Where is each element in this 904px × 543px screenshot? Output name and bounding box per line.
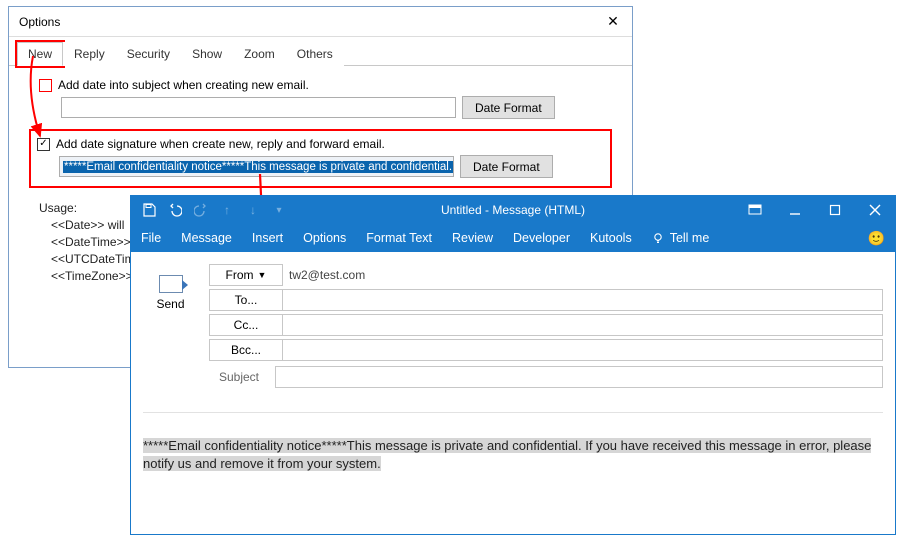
redo-icon[interactable] xyxy=(193,202,209,218)
tab-show[interactable]: Show xyxy=(181,42,233,66)
to-input[interactable] xyxy=(283,289,883,311)
date-format-button-1[interactable]: Date Format xyxy=(462,96,555,119)
ribbon-tab-format-text[interactable]: Format Text xyxy=(366,231,432,245)
options-titlebar: Options ✕ xyxy=(9,7,632,37)
date-subject-input[interactable] xyxy=(61,97,456,118)
options-title: Options xyxy=(19,15,60,29)
close-icon[interactable] xyxy=(855,196,895,224)
ribbon-tab-insert[interactable]: Insert xyxy=(252,231,283,245)
signature-input[interactable]: *****Email confidentiality notice*****Th… xyxy=(59,156,454,177)
tell-me[interactable]: Tell me xyxy=(652,231,710,245)
cc-input[interactable] xyxy=(283,314,883,336)
signature-field-row: *****Email confidentiality notice*****Th… xyxy=(59,155,604,178)
add-date-subject-row: Add date into subject when creating new … xyxy=(39,78,618,92)
tab-reply[interactable]: Reply xyxy=(63,42,116,66)
tab-new[interactable]: New xyxy=(17,42,63,66)
message-window: ↑ ↓ ▾ Untitled - Message (HTML) File Mes… xyxy=(130,195,896,535)
to-row: To... xyxy=(209,289,883,311)
close-icon[interactable]: ✕ xyxy=(602,13,624,30)
message-titlebar: ↑ ↓ ▾ Untitled - Message (HTML) xyxy=(131,196,895,224)
chevron-down-icon: ▼ xyxy=(258,270,267,280)
add-date-subject-label: Add date into subject when creating new … xyxy=(58,78,309,92)
tab-security[interactable]: Security xyxy=(116,42,181,66)
tell-me-label: Tell me xyxy=(670,231,710,245)
tab-others[interactable]: Others xyxy=(286,42,344,66)
send-button[interactable]: Send xyxy=(143,264,199,322)
maximize-icon[interactable] xyxy=(815,196,855,224)
mail-body-text: *****Email confidentiality notice*****Th… xyxy=(143,438,871,471)
minimize-icon[interactable] xyxy=(775,196,815,224)
send-icon xyxy=(159,275,183,293)
smile-icon[interactable]: 🙂 xyxy=(868,230,885,247)
ribbon-tab-message[interactable]: Message xyxy=(181,231,232,245)
save-icon[interactable] xyxy=(141,202,157,218)
signature-input-text: *****Email confidentiality notice*****Th… xyxy=(63,161,454,173)
options-tabstrip: New Reply Security Show Zoom Others xyxy=(9,37,632,66)
add-signature-label: Add date signature when create new, repl… xyxy=(56,137,385,151)
bcc-row: Bcc... xyxy=(209,339,883,361)
qat-more-icon[interactable]: ▾ xyxy=(271,202,287,218)
undo-icon[interactable] xyxy=(167,202,183,218)
subject-label: Subject xyxy=(209,370,265,384)
checkbox-add-date-subject[interactable] xyxy=(39,79,52,92)
ribbon-display-icon[interactable] xyxy=(735,196,775,224)
mail-body[interactable]: *****Email confidentiality notice*****Th… xyxy=(143,412,883,534)
from-row: From▼ tw2@test.com xyxy=(209,264,883,286)
address-grid: From▼ tw2@test.com To... Cc... Bcc... Su… xyxy=(209,264,883,388)
from-button[interactable]: From▼ xyxy=(209,264,283,286)
tab-zoom[interactable]: Zoom xyxy=(233,42,286,66)
cc-button[interactable]: Cc... xyxy=(209,314,283,336)
date-subject-field-row: Date Format xyxy=(61,96,618,119)
quick-access-toolbar: ↑ ↓ ▾ xyxy=(131,202,287,218)
bcc-input[interactable] xyxy=(283,339,883,361)
to-button[interactable]: To... xyxy=(209,289,283,311)
from-value: tw2@test.com xyxy=(283,264,883,286)
checkbox-add-signature[interactable]: ✓ xyxy=(37,138,50,151)
signature-frame: ✓ Add date signature when create new, re… xyxy=(29,129,612,188)
subject-row: Subject xyxy=(209,366,883,388)
ribbon-tab-developer[interactable]: Developer xyxy=(513,231,570,245)
ribbon-tab-options[interactable]: Options xyxy=(303,231,346,245)
add-signature-row: ✓ Add date signature when create new, re… xyxy=(37,137,604,151)
window-controls xyxy=(735,196,895,224)
message-body-area: Send From▼ tw2@test.com To... Cc... Bcc.… xyxy=(131,252,895,534)
bulb-icon xyxy=(652,232,664,244)
send-label: Send xyxy=(156,297,184,311)
ribbon-tabs: File Message Insert Options Format Text … xyxy=(131,224,895,252)
down-icon[interactable]: ↓ xyxy=(245,202,261,218)
ribbon-tab-file[interactable]: File xyxy=(141,231,161,245)
up-icon[interactable]: ↑ xyxy=(219,202,235,218)
bcc-button[interactable]: Bcc... xyxy=(209,339,283,361)
ribbon-tab-review[interactable]: Review xyxy=(452,231,493,245)
date-format-button-2[interactable]: Date Format xyxy=(460,155,553,178)
cc-row: Cc... xyxy=(209,314,883,336)
compose-header: Send From▼ tw2@test.com To... Cc... Bcc.… xyxy=(143,264,883,388)
subject-input[interactable] xyxy=(275,366,883,388)
ribbon-tab-kutools[interactable]: Kutools xyxy=(590,231,632,245)
